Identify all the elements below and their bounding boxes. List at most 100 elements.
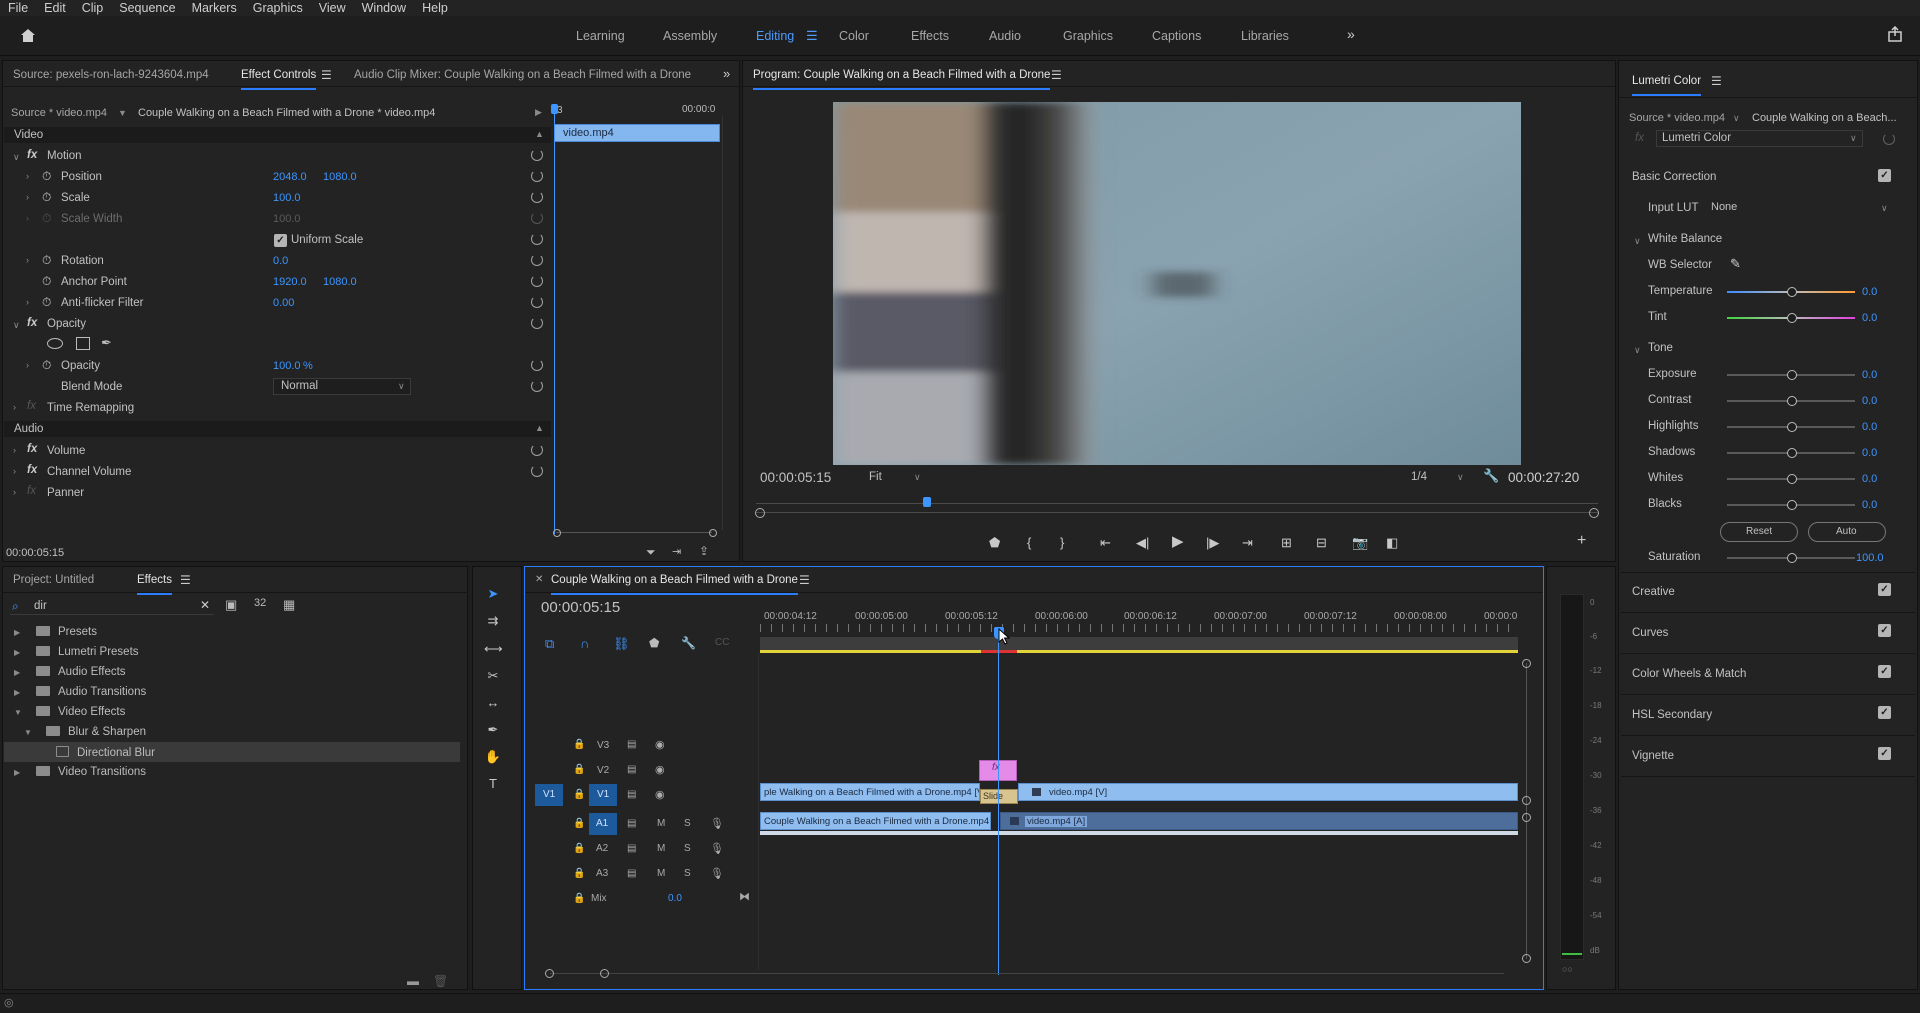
- curves-label[interactable]: Curves: [1632, 627, 1668, 639]
- zoom-handle-right[interactable]: [1589, 508, 1599, 518]
- selection-tool-icon[interactable]: ➤: [484, 585, 502, 603]
- mark-in-icon[interactable]: {: [1027, 535, 1031, 550]
- fx-icon[interactable]: fx: [27, 149, 37, 161]
- panel-menu-icon[interactable]: ☰: [180, 573, 191, 587]
- tree-item-directional-blur[interactable]: Directional Blur: [44, 746, 155, 764]
- accelerated-effects-icon[interactable]: ▣: [225, 597, 237, 613]
- menu-graphics[interactable]: Graphics: [245, 1, 311, 15]
- color-wheels-label[interactable]: Color Wheels & Match: [1632, 668, 1746, 680]
- lift-icon[interactable]: ⊞: [1281, 535, 1292, 551]
- expand-chevron-icon[interactable]: ›: [13, 487, 16, 497]
- workspace-captions[interactable]: Captions: [1152, 29, 1201, 43]
- sync-lock-icon[interactable]: ▤: [627, 843, 636, 854]
- tree-item-presets[interactable]: ▶ Presets: [14, 626, 97, 644]
- more-tabs-icon[interactable]: »: [723, 66, 730, 81]
- reset-icon[interactable]: [531, 359, 543, 371]
- expand-chevron-icon[interactable]: ▶: [14, 628, 24, 637]
- expand-chevron-icon[interactable]: ›: [13, 402, 16, 412]
- channel-volume-label[interactable]: Channel Volume: [47, 466, 131, 478]
- zoom-handle-left[interactable]: [755, 508, 765, 518]
- menu-help[interactable]: Help: [414, 1, 456, 15]
- nest-icon[interactable]: ⧉: [545, 636, 554, 652]
- anchor-x-value[interactable]: 1920.0: [273, 276, 307, 288]
- color-wheels-checkbox[interactable]: ✓: [1878, 665, 1891, 678]
- mute-button[interactable]: M: [657, 868, 665, 879]
- scroll-handle-mid2[interactable]: [1522, 813, 1531, 822]
- tree-item-audio-effects[interactable]: ▶ Audio Effects: [14, 666, 126, 684]
- zoom-handle-right[interactable]: [709, 529, 717, 537]
- fx-icon[interactable]: fx: [27, 464, 37, 476]
- tab-effect-controls[interactable]: Effect Controls: [241, 69, 317, 90]
- ripple-edit-tool-icon[interactable]: ⟷: [484, 640, 503, 658]
- exposure-knob[interactable]: [1787, 370, 1797, 380]
- slip-tool-icon[interactable]: ↔: [484, 694, 502, 712]
- stopwatch-icon[interactable]: ⏱: [42, 358, 51, 373]
- ruler-ticks[interactable]: [760, 624, 1518, 632]
- reset-icon[interactable]: [531, 317, 543, 329]
- creative-label[interactable]: Creative: [1632, 586, 1675, 598]
- reset-icon[interactable]: [531, 465, 543, 477]
- program-timecode[interactable]: 00:00:05:15: [760, 470, 831, 485]
- expand-chevron-icon[interactable]: ›: [26, 297, 29, 307]
- position-x-value[interactable]: 2048.0: [273, 171, 307, 183]
- menu-edit[interactable]: Edit: [36, 1, 74, 15]
- filter-icon[interactable]: ⏷: [646, 545, 656, 560]
- sequence-clip-path[interactable]: Couple Walking on a Beach Filmed with a …: [138, 107, 435, 119]
- home-icon[interactable]: [20, 28, 36, 43]
- program-scrub-bar[interactable]: [756, 503, 1598, 504]
- scale-value[interactable]: 100.0: [273, 192, 301, 204]
- basic-correction-checkbox[interactable]: ✓: [1878, 169, 1891, 182]
- source-clip-path[interactable]: Source * video.mp4: [11, 107, 107, 119]
- menu-window[interactable]: Window: [354, 1, 414, 15]
- vertical-scrollbar[interactable]: [1526, 663, 1527, 959]
- step-back-icon[interactable]: ◀|: [1136, 535, 1149, 551]
- microphone-icon[interactable]: 🎙: [710, 867, 724, 880]
- panel-menu-icon[interactable]: ☰: [321, 68, 332, 82]
- creative-checkbox[interactable]: ✓: [1878, 583, 1891, 596]
- tab-sequence[interactable]: Couple Walking on a Beach Filmed with a …: [551, 574, 798, 595]
- chevron-down-icon[interactable]: ∨: [1881, 203, 1888, 214]
- stopwatch-icon[interactable]: ⏱: [42, 169, 51, 184]
- contrast-value[interactable]: 0.0: [1862, 395, 1877, 407]
- microphone-icon[interactable]: 🎙: [710, 817, 724, 830]
- lumetri-source[interactable]: Source * video.mp4: [1629, 112, 1725, 124]
- solo-button[interactable]: S: [684, 818, 691, 829]
- mini-playhead[interactable]: [554, 104, 555, 534]
- exposure-value[interactable]: 0.0: [1862, 369, 1877, 381]
- play-icon[interactable]: ▶: [1172, 532, 1184, 550]
- tab-lumetri-color[interactable]: Lumetri Color: [1632, 75, 1702, 96]
- chevron-down-icon[interactable]: ∨: [914, 472, 921, 483]
- collapse-icon[interactable]: ▲: [535, 423, 544, 433]
- comparison-view-icon[interactable]: ◧: [1386, 535, 1398, 551]
- tint-knob[interactable]: [1787, 313, 1797, 323]
- track-select-tool-icon[interactable]: ⇉: [484, 612, 502, 630]
- expand-chevron-icon[interactable]: ›: [13, 445, 16, 455]
- expand-chevron-icon[interactable]: ▼: [14, 708, 24, 717]
- scroll-handle-mid[interactable]: [1522, 796, 1531, 805]
- temperature-knob[interactable]: [1787, 287, 1797, 297]
- tint-value[interactable]: 0.0: [1862, 312, 1877, 324]
- expand-chevron-icon[interactable]: ▶: [14, 768, 24, 777]
- extract-icon[interactable]: ⊟: [1316, 535, 1327, 551]
- panner-label[interactable]: Panner: [47, 487, 84, 499]
- lock-icon[interactable]: 🔒: [573, 843, 585, 854]
- tab-program[interactable]: Program: Couple Walking on a Beach Filme…: [753, 69, 1051, 90]
- sync-lock-icon[interactable]: ▤: [627, 818, 636, 829]
- microphone-icon[interactable]: 🎙: [710, 842, 724, 855]
- wrench-icon[interactable]: 🔧: [1483, 468, 1499, 484]
- mute-button[interactable]: M: [657, 843, 665, 854]
- workspace-menu-icon[interactable]: ☰: [806, 28, 818, 44]
- vignette-checkbox[interactable]: ✓: [1878, 747, 1891, 760]
- hsl-secondary-label[interactable]: HSL Secondary: [1632, 709, 1712, 721]
- add-marker-icon[interactable]: ⬟: [989, 535, 1000, 551]
- add-button-icon[interactable]: +: [1577, 532, 1586, 550]
- expand-chevron-icon[interactable]: ▶: [14, 688, 24, 697]
- share-icon[interactable]: [1887, 26, 1903, 42]
- workspace-learning[interactable]: Learning: [576, 29, 625, 43]
- stopwatch-icon[interactable]: ⏱: [42, 253, 51, 268]
- shadows-knob[interactable]: [1787, 448, 1797, 458]
- stopwatch-icon[interactable]: ⏱: [42, 295, 51, 310]
- whites-value[interactable]: 0.0: [1862, 473, 1877, 485]
- fx-icon[interactable]: fx: [27, 317, 37, 329]
- solo-meter-icon[interactable]: ○○: [1562, 964, 1573, 974]
